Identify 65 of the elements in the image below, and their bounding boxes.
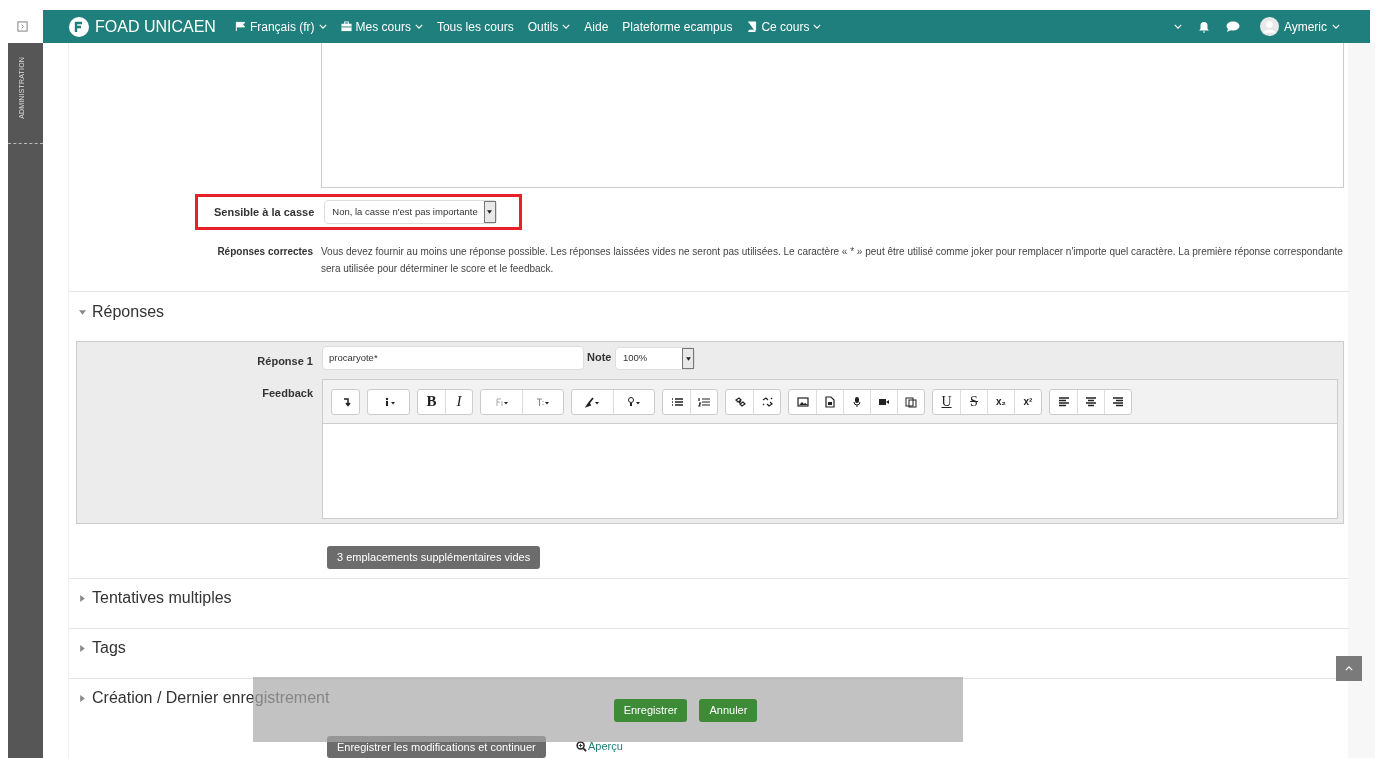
format-button[interactable]: I [445, 389, 472, 414]
brand-logo-icon [69, 16, 89, 37]
caret-down-icon [487, 210, 493, 214]
document-icon [824, 395, 836, 408]
caret-right-icon [79, 694, 86, 702]
section-header[interactable]: Création / Dernier enregistrement [79, 686, 330, 710]
nav-menu-item[interactable]: Ce cours [739, 17, 829, 36]
caret-down-icon [685, 356, 691, 361]
align-left-icon [1057, 395, 1070, 408]
chat-bubble-icon[interactable] [1225, 20, 1240, 33]
bell-icon[interactable] [1197, 20, 1210, 33]
nav-menu-item[interactable]: Aide [577, 17, 616, 36]
text-size-caret-icon [534, 395, 552, 408]
format-button[interactable]: S [960, 389, 987, 414]
chevron-down-icon [1332, 24, 1340, 29]
field-label: Réponse 1 [256, 354, 313, 369]
nav-menu-item[interactable]: Outils [520, 17, 578, 36]
feedback-editor[interactable]: B I U S x₂ x² [322, 379, 1338, 519]
align-center-icon [1085, 395, 1097, 408]
avatar-icon [1259, 17, 1279, 36]
microphone-icon [851, 395, 863, 408]
field-label: Feedback [261, 386, 313, 401]
book-icon [746, 21, 758, 32]
help-text: Vous devez fournir au moins une réponse possible. Les réponses laissées vides ne seront pas utilisées. Le caractère « * » peut être utilisé comme joker pour remplacer n'importe quel caractère. La première réponse correspondante sera utilisée pour déterminer le score et le feedback. [321, 245, 1344, 276]
field-label: Réponses correctes [216, 245, 313, 259]
caret-right-icon [79, 644, 86, 652]
grade-select[interactable]: 100% [615, 347, 695, 370]
answer-input[interactable]: procaryote* [322, 346, 584, 370]
format-button[interactable]: U [933, 389, 960, 414]
lightbulb-caret-icon [625, 395, 643, 408]
unlink-icon [761, 395, 773, 408]
link-icon [733, 395, 746, 408]
bullet-list-icon [670, 395, 683, 408]
format-button[interactable]: B [418, 389, 445, 414]
flag-icon [234, 21, 246, 32]
add-blanks-button[interactable]: 3 emplacements supplémentaires vides [327, 546, 541, 569]
section-header[interactable]: Tags [79, 636, 126, 660]
nav-menu-item[interactable]: Tous les cours [429, 17, 521, 36]
chevron-up-icon [1345, 666, 1353, 671]
format-button[interactable]: x² [1014, 389, 1041, 414]
format-button[interactable]: x₂ [987, 389, 1014, 414]
user-menu[interactable]: Aymeric [1259, 17, 1340, 36]
section-header[interactable]: Réponses [79, 300, 165, 324]
case-select[interactable]: Non, la casse n'est pas importante [324, 200, 497, 224]
nav-menu-item[interactable]: Plateforme ecampus [615, 17, 740, 36]
image-icon [796, 395, 809, 408]
brand-name[interactable]: FOAD UNICAEN [95, 14, 216, 39]
nav-menu-item[interactable]: Français (fr) [227, 17, 334, 36]
caret-right-icon [79, 594, 86, 602]
action-button[interactable]: Annuler [699, 698, 758, 722]
field-label: Sensible à la casse [214, 204, 315, 220]
brush-caret-icon [583, 395, 602, 408]
field-label: Note [587, 350, 612, 365]
section-header[interactable]: Tentatives multiples [79, 586, 232, 610]
action-button[interactable]: Enregistrer [613, 698, 688, 722]
zoom-in-icon [576, 740, 587, 752]
briefcase-icon [340, 21, 352, 32]
preview-link[interactable]: Aperçu [576, 738, 623, 755]
chevron-down-icon [1173, 24, 1182, 29]
panel-toggle-icon[interactable] [17, 21, 28, 32]
clipboard-icon [905, 395, 917, 408]
align-right-icon [1112, 395, 1124, 408]
nav-menu-item[interactable]: Mes cours [333, 17, 430, 36]
numbered-list-icon [698, 395, 710, 408]
caret-down-icon [79, 308, 86, 316]
